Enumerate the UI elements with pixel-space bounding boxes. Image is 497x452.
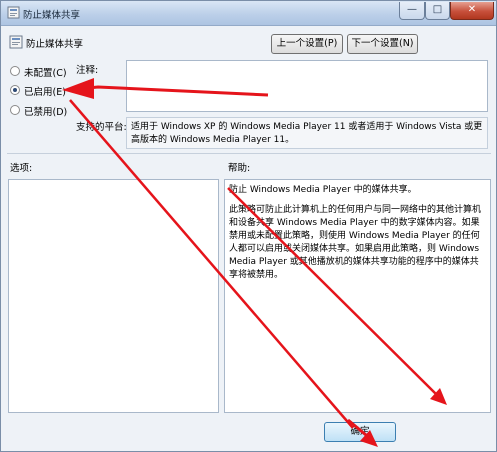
minimize-button[interactable]: — (399, 2, 425, 20)
radio-label: 已启用(E) (24, 87, 66, 98)
supported-platform-text: 适用于 Windows XP 的 Windows Media Player 11… (131, 122, 483, 145)
policy-name: 防止媒体共享 (26, 39, 84, 50)
supported-platform-label: 支持的平台: (76, 122, 127, 133)
previous-setting-button[interactable]: 上一个设置(P) (271, 34, 343, 54)
ok-button[interactable]: 确定 (324, 422, 396, 442)
options-label: 选项: (10, 163, 33, 174)
help-label: 帮助: (228, 163, 251, 174)
radio-circle[interactable] (10, 66, 20, 76)
radio-circle[interactable] (10, 85, 20, 95)
help-paragraph: 此策略可防止此计算机上的任何用户与同一网络中的其他计算机和设备共享 Window… (229, 205, 482, 280)
radio-label: 未配置(C) (24, 68, 67, 79)
help-panel: 防止 Windows Media Player 中的媒体共享。 此策略可防止此计… (224, 179, 491, 413)
policy-icon (7, 6, 20, 19)
radio-circle[interactable] (10, 105, 20, 115)
close-button[interactable]: ✕ (450, 2, 494, 20)
title-bar[interactable]: 防止媒体共享 — □ ✕ (1, 1, 496, 26)
next-setting-button[interactable]: 下一个设置(N) (347, 34, 418, 54)
maximize-button[interactable]: □ (425, 2, 450, 20)
radio-label: 已禁用(D) (24, 107, 68, 118)
policy-dialog-window: 防止媒体共享 — □ ✕ 防止媒体共享 上一个设置(P) 下一个设置(N) 未配… (0, 0, 497, 452)
window-title: 防止媒体共享 (23, 10, 81, 21)
radio-selected-dot (13, 88, 17, 92)
comment-label: 注释: (76, 65, 99, 76)
policy-setting-icon (9, 35, 23, 49)
supported-platform-box: 适用于 Windows XP 的 Windows Media Player 11… (126, 117, 488, 149)
section-divider (7, 153, 491, 154)
comment-textarea[interactable] (126, 60, 488, 112)
help-paragraph: 防止 Windows Media Player 中的媒体共享。 (229, 185, 417, 195)
options-panel (8, 179, 219, 413)
